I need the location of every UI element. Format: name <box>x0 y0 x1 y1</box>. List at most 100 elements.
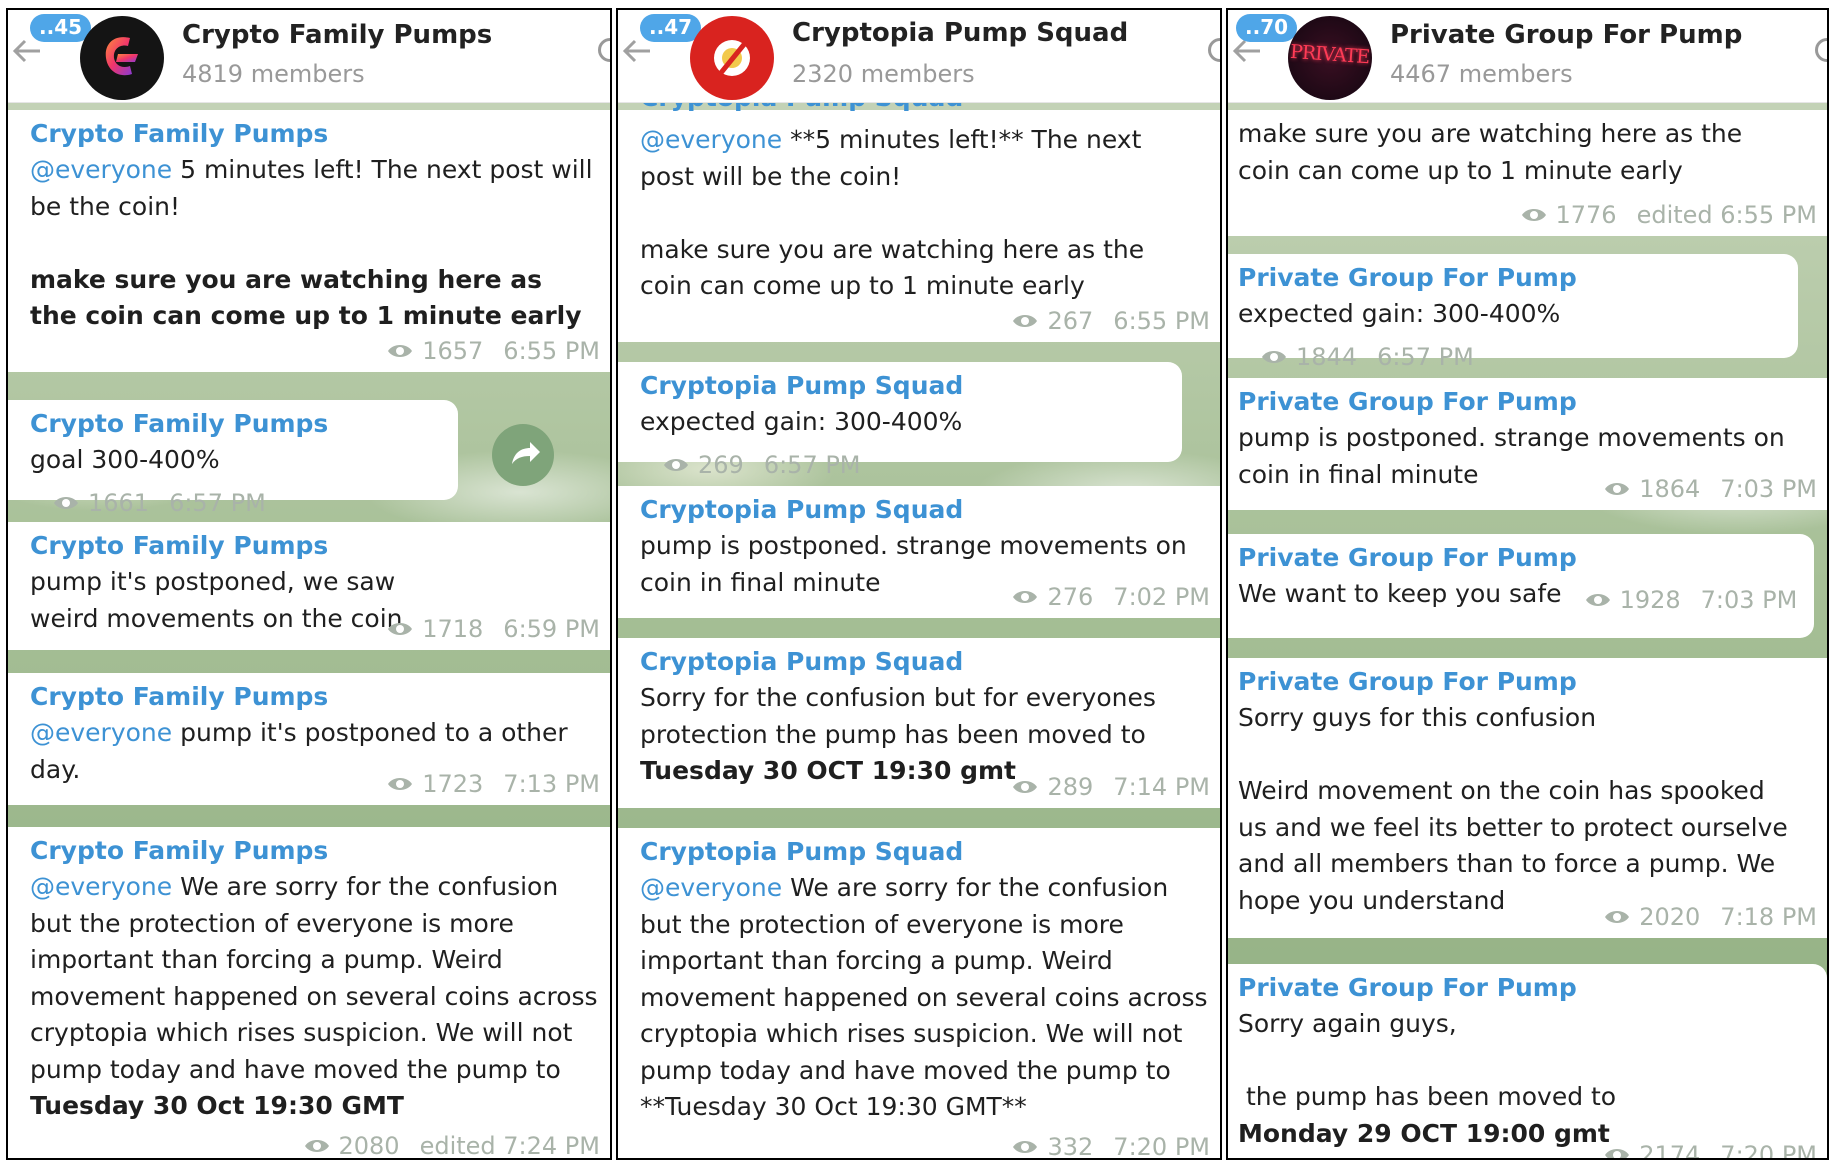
mention-link[interactable]: @everyone <box>30 155 172 184</box>
channel-name[interactable]: Cryptopia Pump Squad <box>792 18 1128 48</box>
mention-link[interactable]: @everyone <box>640 125 782 154</box>
cryptopia-logo-icon <box>714 40 750 76</box>
message-meta: 2080 edited 7:24 PM <box>303 1131 600 1158</box>
views-eye-icon <box>54 496 78 509</box>
channel-name[interactable]: Crypto Family Pumps <box>182 20 492 50</box>
message-meta: 1723 7:13 PM <box>386 769 600 799</box>
message-meta: 1776 edited 6:55 PM <box>1520 200 1817 230</box>
message-bubble[interactable]: Crypto Family Pumps @everyone 5 minutes … <box>8 110 610 372</box>
message-text: We want to keep you safe 1928 7:03 PM <box>1238 579 1798 615</box>
message-text: Sorry guys for this confusion Weird move… <box>1238 703 1788 915</box>
message-text: expected gain: 300-400%1844 6:57 PM <box>1238 299 1561 372</box>
message-sender[interactable]: Private Group For Pump <box>1238 664 1813 700</box>
search-icon[interactable] <box>1208 38 1220 62</box>
message-bubble[interactable]: @everyone **5 minutes left!** The next p… <box>618 110 1220 342</box>
unread-badge: ..47 <box>640 14 702 42</box>
views-eye-icon <box>388 778 413 790</box>
member-count: 2320 members <box>792 60 975 88</box>
message-meta: 1661 6:57 PM <box>52 488 266 518</box>
chat-header: ..47 Cryptopia Pump Squad 2320 members <box>618 10 1220 103</box>
message-sender[interactable]: Crypto Family Pumps <box>30 406 444 442</box>
message-sender[interactable]: Crypto Family Pumps <box>30 679 596 715</box>
message-meta: 2174 7:20 PM <box>1603 1140 1817 1158</box>
search-icon[interactable] <box>1815 38 1827 62</box>
message-sender[interactable]: Private Group For Pump <box>1238 260 1784 296</box>
chat-header: ..70 PRIVATE Private Group For Pump 4467… <box>1228 10 1827 103</box>
chat-panel-cryptopia-pump-squad: ..47 Cryptopia Pump Squad 2320 members C… <box>616 8 1222 1160</box>
message-bubble[interactable]: Cryptopia Pump Squad @everyone We are so… <box>618 828 1220 1158</box>
message-meta: 1844 6:57 PM <box>1260 342 1474 372</box>
message-sender[interactable]: Cryptopia Pump Squad <box>640 492 1206 528</box>
message-text: Sorry again guys, the pump has been move… <box>1238 1009 1617 1148</box>
member-count: 4819 members <box>182 60 365 88</box>
message-text: @everyone We are sorry for the confusion… <box>30 872 606 1120</box>
message-bubble[interactable]: Cryptopia Pump Squad expected gain: 300-… <box>618 362 1182 479</box>
mention-link[interactable]: @everyone <box>30 718 172 747</box>
message-meta: 269 6:57 PM <box>662 450 861 480</box>
views-eye-icon <box>1013 1141 1038 1153</box>
unread-badge: ..45 <box>30 14 92 42</box>
views-eye-icon <box>388 345 413 357</box>
mention-link[interactable]: @everyone <box>640 873 782 902</box>
views-eye-icon <box>1521 209 1546 221</box>
search-icon[interactable] <box>598 38 610 62</box>
message-meta: 1864 7:03 PM <box>1603 474 1817 504</box>
message-sender[interactable]: Cryptopia Pump Squad <box>640 644 1206 680</box>
message-sender[interactable]: Crypto Family Pumps <box>30 528 596 564</box>
message-meta: 276 7:02 PM <box>1011 582 1210 612</box>
message-text: expected gain: 300-400%269 6:57 PM <box>640 407 963 480</box>
unread-badge: ..70 <box>1236 14 1298 42</box>
message-bubble[interactable]: Crypto Family Pumps @everyone We are sor… <box>8 827 610 1158</box>
views-eye-icon <box>388 623 413 635</box>
message-meta: 267 6:55 PM <box>1011 306 1210 336</box>
message-meta: 2020 7:18 PM <box>1603 902 1817 932</box>
message-text: make sure you are watching here as the c… <box>1238 119 1751 185</box>
message-meta: 289 7:14 PM <box>1011 772 1210 802</box>
views-eye-icon <box>1585 594 1610 606</box>
message-meta: 332 7:20 PM <box>1011 1132 1210 1158</box>
member-count: 4467 members <box>1390 60 1573 88</box>
views-eye-icon <box>304 1140 329 1152</box>
message-sender[interactable]: Cryptopia Pump Squad <box>640 368 1168 404</box>
mention-link[interactable]: @everyone <box>30 872 172 901</box>
message-meta: 1928 7:03 PM <box>1584 585 1797 615</box>
message-sender[interactable]: Cryptopia Pump Squad <box>640 834 1206 870</box>
views-eye-icon <box>664 458 688 471</box>
views-eye-icon <box>1013 315 1038 327</box>
message-bubble[interactable]: Private Group For Pump We want to keep y… <box>1228 534 1814 638</box>
message-sender[interactable]: Private Group For Pump <box>1238 384 1813 420</box>
message-bubble[interactable]: Private Group For Pump Sorry again guys,… <box>1228 964 1827 1158</box>
crypto-family-logo-icon <box>105 37 138 76</box>
message-bubble[interactable]: Crypto Family Pumps @everyone pump it's … <box>8 673 610 805</box>
views-eye-icon <box>1605 483 1630 495</box>
views-eye-icon <box>1262 350 1286 363</box>
message-text: goal 300-400%1661 6:57 PM <box>30 445 266 518</box>
message-meta: 1657 6:55 PM <box>386 336 600 366</box>
message-bubble[interactable]: Cryptopia Pump Squad Sorry for the confu… <box>618 638 1220 808</box>
chat-panel-crypto-family-pumps: ..45 Crypto Family Pumps 4819 members Cr… <box>6 8 612 1160</box>
message-text: @everyone 5 minutes left! The next post … <box>30 155 601 330</box>
message-bubble[interactable]: Cryptopia Pump Squad pump is postponed. … <box>618 486 1220 618</box>
message-bubble[interactable]: Crypto Family Pumps pump it's postponed,… <box>8 522 610 650</box>
message-sender[interactable]: Private Group For Pump <box>1238 540 1800 576</box>
private-sign-logo: PRIVATE <box>1289 40 1370 69</box>
forward-arrow-icon <box>512 442 540 464</box>
views-eye-icon <box>1605 911 1630 923</box>
message-bubble[interactable]: make sure you are watching here as the c… <box>1228 110 1827 236</box>
message-bubble[interactable]: Crypto Family Pumps goal 300-400%1661 6:5… <box>8 400 458 517</box>
forward-button[interactable] <box>492 424 554 486</box>
message-sender[interactable]: Crypto Family Pumps <box>30 116 596 152</box>
views-eye-icon <box>1013 591 1038 603</box>
message-bubble[interactable]: Private Group For Pump pump is postponed… <box>1228 378 1827 510</box>
channel-avatar[interactable] <box>80 16 164 100</box>
message-sender[interactable]: Crypto Family Pumps <box>30 833 596 869</box>
message-bubble[interactable]: Private Group For Pump expected gain: 30… <box>1228 254 1798 371</box>
message-meta: 1718 6:59 PM <box>386 614 600 644</box>
chat-header: ..45 Crypto Family Pumps 4819 members <box>8 10 610 103</box>
channel-avatar[interactable]: PRIVATE <box>1288 16 1372 100</box>
chat-panel-private-group-for-pump: ..70 PRIVATE Private Group For Pump 4467… <box>1226 8 1829 1160</box>
channel-avatar[interactable] <box>690 16 774 100</box>
message-sender[interactable]: Private Group For Pump <box>1238 970 1813 1006</box>
channel-name[interactable]: Private Group For Pump <box>1390 20 1742 50</box>
message-bubble[interactable]: Private Group For Pump Sorry guys for th… <box>1228 658 1827 938</box>
